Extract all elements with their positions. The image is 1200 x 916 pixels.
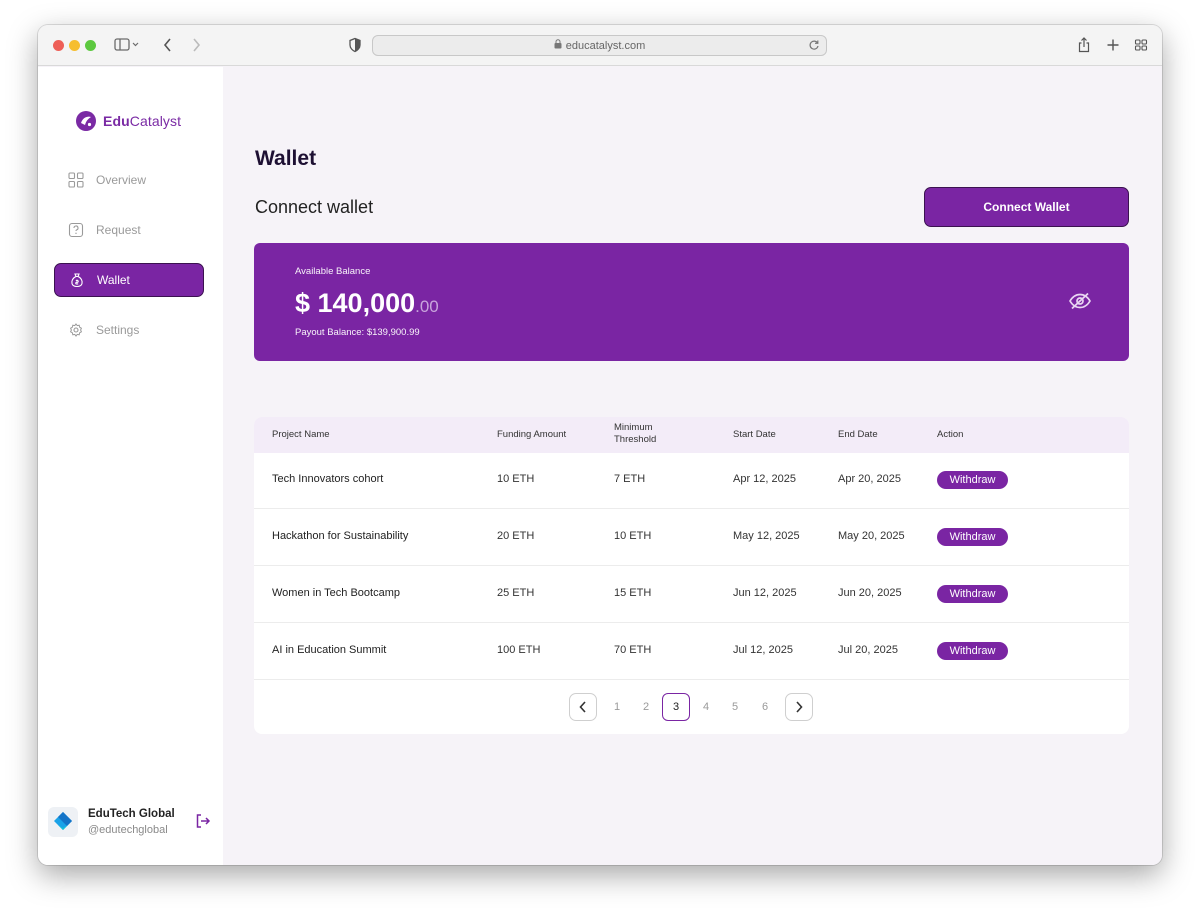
column-header: Minimum Threshold bbox=[614, 422, 657, 445]
brand-name: EduCatalyst bbox=[103, 113, 182, 129]
main-content: Wallet Connect wallet Connect Wallet Ava… bbox=[223, 67, 1162, 865]
project-name: Hackathon for Sustainability bbox=[272, 530, 409, 542]
balance-card: Available Balance $ 140,000.00 Payout Ba… bbox=[254, 243, 1129, 361]
money-bag-icon bbox=[71, 273, 83, 288]
minimum-threshold: 10 ETH bbox=[614, 530, 652, 542]
next-page-button[interactable] bbox=[785, 693, 813, 721]
project-name: Tech Innovators cohort bbox=[272, 473, 384, 485]
end-date: Apr 20, 2025 bbox=[838, 473, 901, 485]
user-profile[interactable]: EduTech Global @edutechglobal bbox=[48, 807, 218, 841]
page-number[interactable]: 2 bbox=[632, 693, 660, 721]
chevron-left-icon bbox=[579, 701, 586, 713]
column-header: Funding Amount bbox=[497, 429, 567, 440]
column-header: Project Name bbox=[272, 429, 330, 440]
table-row: Women in Tech Bootcamp 25 ETH 15 ETH Jun… bbox=[254, 566, 1129, 623]
balance-label: Available Balance bbox=[295, 266, 371, 277]
reload-icon[interactable] bbox=[808, 39, 820, 54]
sidebar-item-wallet[interactable]: Wallet bbox=[54, 263, 204, 297]
sidebar-toggle-icon[interactable] bbox=[114, 37, 140, 58]
tab-overview-icon[interactable] bbox=[1134, 37, 1148, 58]
grid-icon bbox=[68, 172, 84, 188]
previous-page-button[interactable] bbox=[569, 693, 597, 721]
page-number-current[interactable]: 3 bbox=[662, 693, 690, 721]
funding-amount: 10 ETH bbox=[497, 473, 535, 485]
sidebar-item-request[interactable]: Request bbox=[54, 213, 204, 247]
pagination: 1 2 3 4 5 6 bbox=[254, 693, 1129, 721]
question-icon bbox=[68, 222, 84, 238]
table-row: Tech Innovators cohort 10 ETH 7 ETH Apr … bbox=[254, 452, 1129, 509]
column-header: Start Date bbox=[733, 429, 776, 440]
sidebar-item-label: Overview bbox=[96, 173, 147, 187]
withdraw-button[interactable]: Withdraw bbox=[937, 585, 1008, 603]
project-name: Women in Tech Bootcamp bbox=[272, 587, 400, 599]
forward-icon[interactable] bbox=[190, 37, 202, 58]
browser-window: educatalyst.com EduCatalyst Overview Req… bbox=[38, 25, 1162, 865]
start-date: May 12, 2025 bbox=[733, 530, 800, 542]
start-date: Jul 12, 2025 bbox=[733, 644, 793, 656]
table-header: Project Name Funding Amount Minimum Thre… bbox=[254, 417, 1129, 453]
sidebar-item-overview[interactable]: Overview bbox=[54, 163, 204, 197]
sidebar: EduCatalyst Overview Request Wallet Sett… bbox=[38, 67, 223, 865]
payout-balance: Payout Balance: $139,900.99 bbox=[295, 327, 420, 338]
close-window-button[interactable] bbox=[53, 40, 64, 51]
maximize-window-button[interactable] bbox=[85, 40, 96, 51]
privacy-shield-icon[interactable] bbox=[348, 37, 362, 58]
column-header: End Date bbox=[838, 429, 878, 440]
sidebar-item-label: Request bbox=[96, 223, 141, 237]
end-date: Jul 20, 2025 bbox=[838, 644, 898, 656]
withdraw-button[interactable]: Withdraw bbox=[937, 528, 1008, 546]
section-title: Connect wallet bbox=[255, 197, 374, 217]
start-date: Apr 12, 2025 bbox=[733, 473, 796, 485]
page-number[interactable]: 4 bbox=[692, 693, 720, 721]
projects-table: Project Name Funding Amount Minimum Thre… bbox=[254, 417, 1129, 734]
balance-cents: .00 bbox=[415, 297, 439, 316]
url-text: educatalyst.com bbox=[565, 39, 646, 52]
sidebar-item-label: Wallet bbox=[97, 273, 130, 287]
new-tab-icon[interactable] bbox=[1106, 37, 1120, 58]
logout-icon[interactable] bbox=[194, 812, 212, 835]
column-header: Action bbox=[937, 429, 964, 440]
funding-amount: 25 ETH bbox=[497, 587, 535, 599]
minimum-threshold: 7 ETH bbox=[614, 473, 646, 485]
sidebar-item-label: Settings bbox=[96, 323, 140, 337]
lock-icon bbox=[554, 39, 562, 52]
page-number[interactable]: 1 bbox=[603, 693, 631, 721]
withdraw-button[interactable]: Withdraw bbox=[937, 642, 1008, 660]
page-number[interactable]: 6 bbox=[751, 693, 779, 721]
educatalyst-logo-icon bbox=[76, 111, 96, 131]
browser-toolbar: educatalyst.com bbox=[38, 25, 1162, 66]
minimize-window-button[interactable] bbox=[69, 40, 80, 51]
brand-logo[interactable]: EduCatalyst bbox=[76, 111, 181, 131]
funding-amount: 20 ETH bbox=[497, 530, 535, 542]
page-number[interactable]: 5 bbox=[721, 693, 749, 721]
funding-amount: 100 ETH bbox=[497, 644, 541, 656]
connect-wallet-button[interactable]: Connect Wallet bbox=[924, 187, 1129, 227]
page-title: Wallet bbox=[255, 147, 317, 170]
balance-amount: $ 140,000.00 bbox=[295, 288, 439, 318]
project-name: AI in Education Summit bbox=[272, 644, 387, 656]
back-icon[interactable] bbox=[162, 37, 174, 58]
chevron-right-icon bbox=[796, 701, 803, 713]
profile-handle: @edutechglobal bbox=[88, 824, 168, 836]
end-date: May 20, 2025 bbox=[838, 530, 905, 542]
table-row: AI in Education Summit 100 ETH 70 ETH Ju… bbox=[254, 623, 1129, 680]
minimum-threshold: 15 ETH bbox=[614, 587, 652, 599]
sidebar-item-settings[interactable]: Settings bbox=[54, 313, 204, 347]
address-bar[interactable]: educatalyst.com bbox=[372, 35, 827, 56]
minimum-threshold: 70 ETH bbox=[614, 644, 652, 656]
share-icon[interactable] bbox=[1077, 37, 1091, 58]
avatar bbox=[48, 807, 78, 837]
table-row: Hackathon for Sustainability 20 ETH 10 E… bbox=[254, 509, 1129, 566]
hide-balance-icon[interactable] bbox=[1068, 291, 1092, 316]
end-date: Jun 20, 2025 bbox=[838, 587, 902, 599]
start-date: Jun 12, 2025 bbox=[733, 587, 797, 599]
withdraw-button[interactable]: Withdraw bbox=[937, 471, 1008, 489]
profile-name: EduTech Global bbox=[88, 808, 175, 820]
gear-icon bbox=[69, 323, 83, 337]
